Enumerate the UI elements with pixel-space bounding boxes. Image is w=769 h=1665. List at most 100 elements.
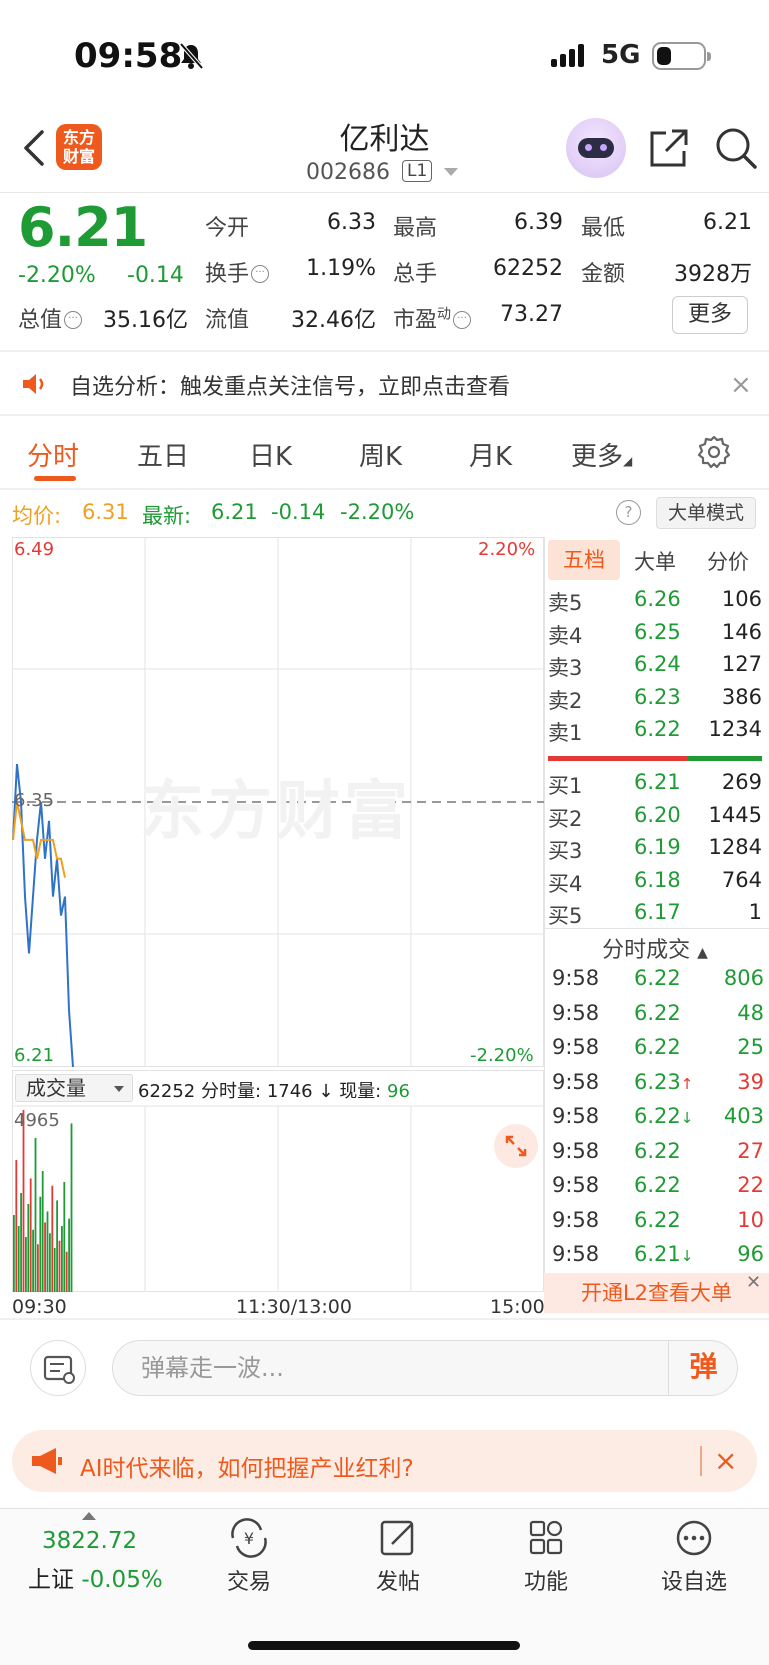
bid-level-label: 买2 <box>548 806 583 831</box>
info-dots-icon[interactable]: ··· <box>64 311 83 329</box>
ask-level-price: 6.23 <box>634 684 681 709</box>
index-name[interactable]: 上证 -0.05% <box>28 1560 163 1594</box>
nav-add-watchlist[interactable]: 设自选 <box>644 1518 744 1596</box>
ask-level-price: 6.24 <box>634 652 681 676</box>
volume-bar <box>70 1123 73 1292</box>
close-icon[interactable]: ✕ <box>746 1272 761 1293</box>
close-icon[interactable]: × <box>730 370 752 400</box>
trade-price: 6.22 <box>634 1207 681 1232</box>
level-badge[interactable]: L1 <box>402 160 433 182</box>
trade-volume: 48 <box>737 1000 764 1025</box>
latest-pct: -2.20% <box>340 500 415 524</box>
index-value[interactable]: 3822.72 <box>42 1528 137 1554</box>
info-dots-icon[interactable]: ··· <box>251 265 270 283</box>
volume-chart[interactable] <box>12 1070 544 1292</box>
bid-level-label: 买3 <box>548 839 583 863</box>
ask-level-row[interactable]: 卖3 6.24 127 <box>548 652 762 682</box>
trade-price: 6.22 <box>634 1000 681 1025</box>
ask-level-row[interactable]: 卖4 6.25 146 <box>548 620 762 650</box>
ask-level-row[interactable]: 卖5 6.26 106 <box>548 587 762 617</box>
caret-down-icon[interactable] <box>444 168 458 176</box>
trade-volume: 22 <box>737 1173 764 1197</box>
amount-value: 3928万 <box>674 262 752 287</box>
trade-time: 9:58 <box>552 1000 600 1025</box>
ask-level-volume: 146 <box>721 619 762 644</box>
expand-icon[interactable] <box>494 1124 538 1168</box>
bid-level-row[interactable]: 买4 6.18 764 <box>548 868 762 898</box>
volume-bar <box>25 1237 27 1292</box>
ask-level-row[interactable]: 卖1 6.22 1234 <box>548 717 762 747</box>
change-percent: -2.20% <box>18 263 96 288</box>
nav-trade[interactable]: ¥ 交易 <box>199 1518 299 1596</box>
trade-time: 9:58 <box>552 1138 600 1163</box>
tab-weekly-k[interactable]: 周K <box>359 436 402 473</box>
volume-bar <box>65 1251 68 1292</box>
tab-five-levels[interactable]: 五档 <box>548 540 620 580</box>
bid-level-row[interactable]: 买3 6.19 1284 <box>548 835 762 865</box>
trade-price: 6.22 <box>634 1173 681 1197</box>
trade-time: 9:58 <box>552 1173 600 1197</box>
trade-price: 6.22 <box>634 966 681 990</box>
mute-bell-icon <box>179 42 204 70</box>
danmaku-input[interactable]: 弹幕走一波... <box>112 1340 738 1396</box>
tab-five-day[interactable]: 五日 <box>137 436 189 473</box>
low-label: 最低 <box>581 216 626 241</box>
chart-watermark: 东方财富 <box>140 775 412 849</box>
trade-volume: 10 <box>737 1207 764 1232</box>
tab-intraday[interactable]: 分时 <box>27 436 79 473</box>
banner-divider <box>700 1446 702 1476</box>
ask-level-price: 6.22 <box>634 717 681 741</box>
search-icon[interactable] <box>714 126 758 170</box>
tab-price-dist[interactable]: 分价 <box>707 546 749 576</box>
share-icon[interactable] <box>648 127 690 169</box>
volume-bar <box>56 1200 58 1292</box>
trade-time: 9:58 <box>552 1207 600 1232</box>
trade-volume: 403 <box>723 1104 764 1128</box>
danmaku-settings-icon[interactable] <box>30 1340 86 1396</box>
trades-header[interactable]: 分时成交 ▲ <box>548 932 762 964</box>
trade-row: 9:58 6.22 22 <box>552 1173 764 1205</box>
high-value: 6.39 <box>514 210 563 235</box>
caret-up-icon[interactable] <box>82 1512 96 1520</box>
close-icon[interactable]: × <box>714 1444 737 1477</box>
nav-post[interactable]: 发帖 <box>348 1518 448 1596</box>
bid-level-row[interactable]: 买1 6.21 269 <box>548 770 762 800</box>
trade-price: 6.22 <box>634 1035 681 1059</box>
x-axis-start: 09:30 <box>12 1296 67 1318</box>
more-button[interactable]: 更多 <box>672 296 748 334</box>
notice-text[interactable]: 自选分析：触发重点关注信号，立即点击查看 <box>70 369 510 401</box>
open-l2-banner[interactable]: 开通L2查看大单 <box>544 1273 769 1313</box>
volume-bar <box>61 1226 63 1292</box>
trade-row: 9:58 6.21↓ 96 <box>552 1242 764 1274</box>
nav-functions[interactable]: 功能 <box>496 1518 596 1596</box>
ai-banner-text[interactable]: AI时代来临，如何把握产业红利? <box>80 1449 414 1483</box>
trade-row: 9:58 6.22 25 <box>552 1035 764 1067</box>
volume-selector[interactable]: 成交量 <box>15 1074 133 1102</box>
speaker-icon <box>23 374 44 394</box>
danmaku-send-button[interactable]: 弹 <box>668 1340 738 1396</box>
latest-value: 6.21 <box>211 500 258 524</box>
big-order-mode-button[interactable]: 大单模式 <box>656 497 756 529</box>
trade-price: 6.23↑ <box>634 1069 694 1094</box>
tab-daily-k[interactable]: 日K <box>249 436 292 473</box>
grid-icon <box>529 1520 563 1555</box>
info-dots-icon[interactable]: ··· <box>453 311 472 329</box>
bid-level-label: 买4 <box>548 871 583 896</box>
tab-big-orders[interactable]: 大单 <box>634 546 676 576</box>
gear-icon[interactable] <box>696 434 732 470</box>
tab-more[interactable]: 更多◢ <box>571 436 632 473</box>
ai-assistant-icon[interactable] <box>566 118 626 178</box>
bid-level-row[interactable]: 买5 6.17 1 <box>548 900 762 930</box>
volume-bar <box>34 1138 37 1292</box>
ask-level-volume: 127 <box>721 652 762 676</box>
ask-level-row[interactable]: 卖2 6.23 386 <box>548 685 762 715</box>
latest-change: -0.14 <box>271 500 326 524</box>
volume-info: 62252 分时量: 1746 ↓ 现量: 96 <box>138 1081 410 1102</box>
bid-level-volume: 1 <box>748 900 762 924</box>
bid-level-volume: 1445 <box>708 802 762 827</box>
bid-level-row[interactable]: 买2 6.20 1445 <box>548 803 762 833</box>
prev-close-label: 6.35 <box>14 790 55 811</box>
help-icon[interactable]: ? <box>616 500 641 525</box>
ask-level-price: 6.26 <box>634 587 681 611</box>
tab-monthly-k[interactable]: 月K <box>469 436 512 473</box>
